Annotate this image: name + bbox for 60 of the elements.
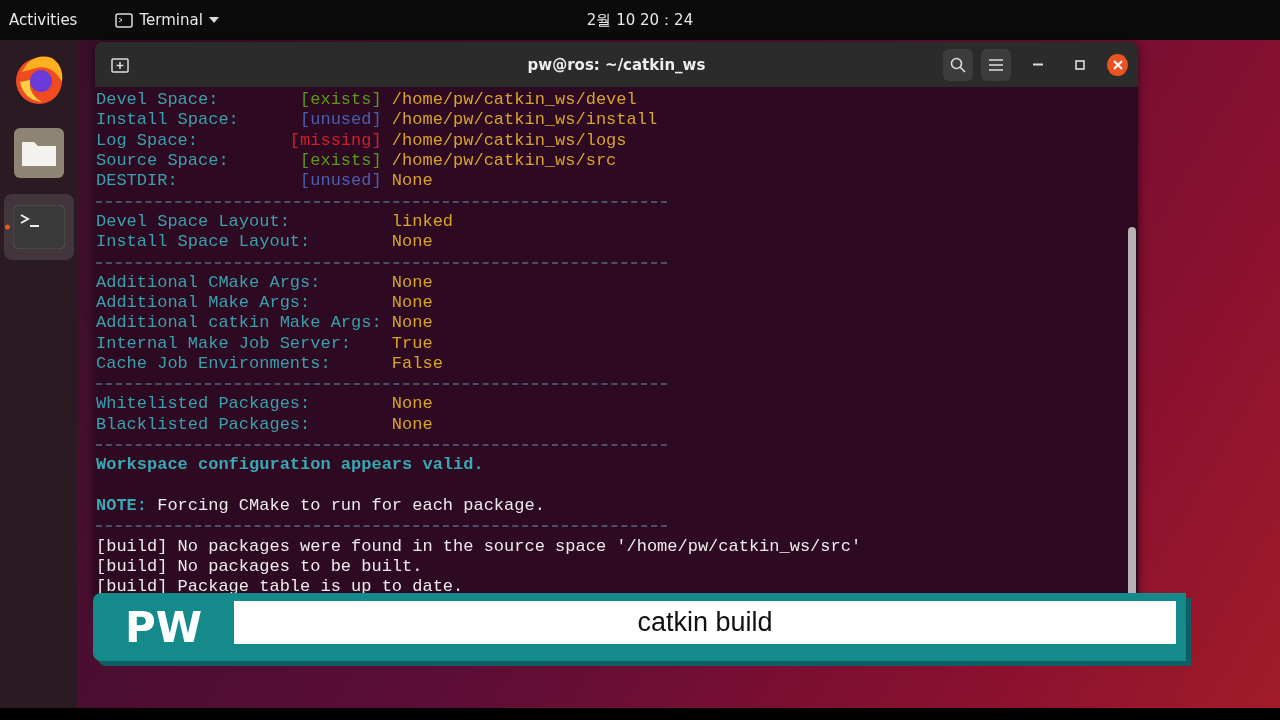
setting-label: Log Space:	[96, 130, 199, 151]
setting-label: Cache Job Environments:	[96, 353, 331, 375]
note-text: Forcing CMake to run for each package.	[157, 495, 545, 517]
running-indicator	[4, 224, 10, 230]
menu-button[interactable]	[980, 48, 1011, 81]
caption-text: catkin build	[234, 600, 1176, 644]
setting-label: Install Space Layout:	[96, 232, 311, 253]
setting-value: /home/pw/catkin_ws/logs	[391, 130, 627, 151]
status-text: [exists]	[300, 150, 382, 172]
status-text: [unused]	[300, 110, 382, 131]
setting-value: None	[391, 313, 433, 334]
setting-label: Internal Make Job Server:	[96, 333, 352, 354]
status-text: [exists]	[300, 90, 382, 111]
setting-value: None	[391, 414, 433, 436]
setting-label: Source Space:	[96, 150, 229, 172]
setting-value: True	[391, 333, 433, 354]
setting-label: Additional CMake Args:	[96, 272, 321, 293]
status-message: Workspace configuration appears valid.	[96, 455, 484, 476]
setting-label: Whitelisted Packages:	[96, 394, 311, 415]
output-line: [build] No packages were found in the source space '/home/pw/catkin_ws/src'	[96, 536, 862, 557]
setting-value: None	[391, 171, 433, 192]
caret-icon	[208, 17, 219, 23]
setting-label: Additional catkin Make Args:	[96, 313, 382, 334]
setting-value: None	[391, 394, 433, 415]
setting-label: Additional Make Args:	[96, 292, 311, 314]
caption-label: PW	[123, 602, 204, 652]
setting-value: /home/pw/catkin_ws/src	[391, 150, 617, 172]
scrollbar[interactable]	[1128, 227, 1136, 594]
search-button[interactable]	[942, 48, 973, 81]
setting-value: linked	[391, 211, 454, 233]
new-tab-icon	[110, 56, 129, 73]
setting-label: Install Space:	[96, 110, 239, 131]
terminal-icon	[12, 205, 65, 249]
setting-label: Devel Space Layout:	[96, 211, 290, 233]
app-menu[interactable]: Terminal	[115, 11, 219, 29]
setting-value: /home/pw/catkin_ws/devel	[391, 90, 637, 111]
minimize-icon	[1032, 63, 1043, 66]
setting-value: None	[391, 232, 433, 253]
setting-label: Blacklisted Packages:	[96, 414, 311, 436]
output-line: [build] Package table is up to date.	[96, 577, 464, 598]
status-text: [missing]	[289, 130, 382, 151]
window-title: pw@ros: ~/catkin_ws	[527, 55, 706, 74]
folder-icon	[13, 128, 64, 178]
clock[interactable]: 2월 10 20：24	[586, 10, 694, 30]
note-label: NOTE:	[96, 495, 147, 517]
status-text: [unused]	[300, 171, 382, 192]
activities-button[interactable]: Activities	[9, 11, 78, 29]
search-icon	[949, 56, 966, 73]
setting-value: /home/pw/catkin_ws/install	[391, 110, 658, 131]
setting-label: DESTDIR:	[96, 171, 178, 192]
close-icon	[1112, 59, 1123, 70]
setting-value: False	[391, 353, 443, 375]
setting-value: None	[391, 272, 433, 293]
maximize-icon	[1074, 59, 1085, 70]
close-button[interactable]	[1107, 53, 1128, 76]
terminal-icon	[115, 12, 134, 28]
output-line: [build] No packages to be built.	[96, 556, 423, 578]
setting-value: None	[391, 292, 433, 314]
menu-icon	[988, 58, 1003, 71]
setting-label: Devel Space:	[96, 90, 219, 111]
